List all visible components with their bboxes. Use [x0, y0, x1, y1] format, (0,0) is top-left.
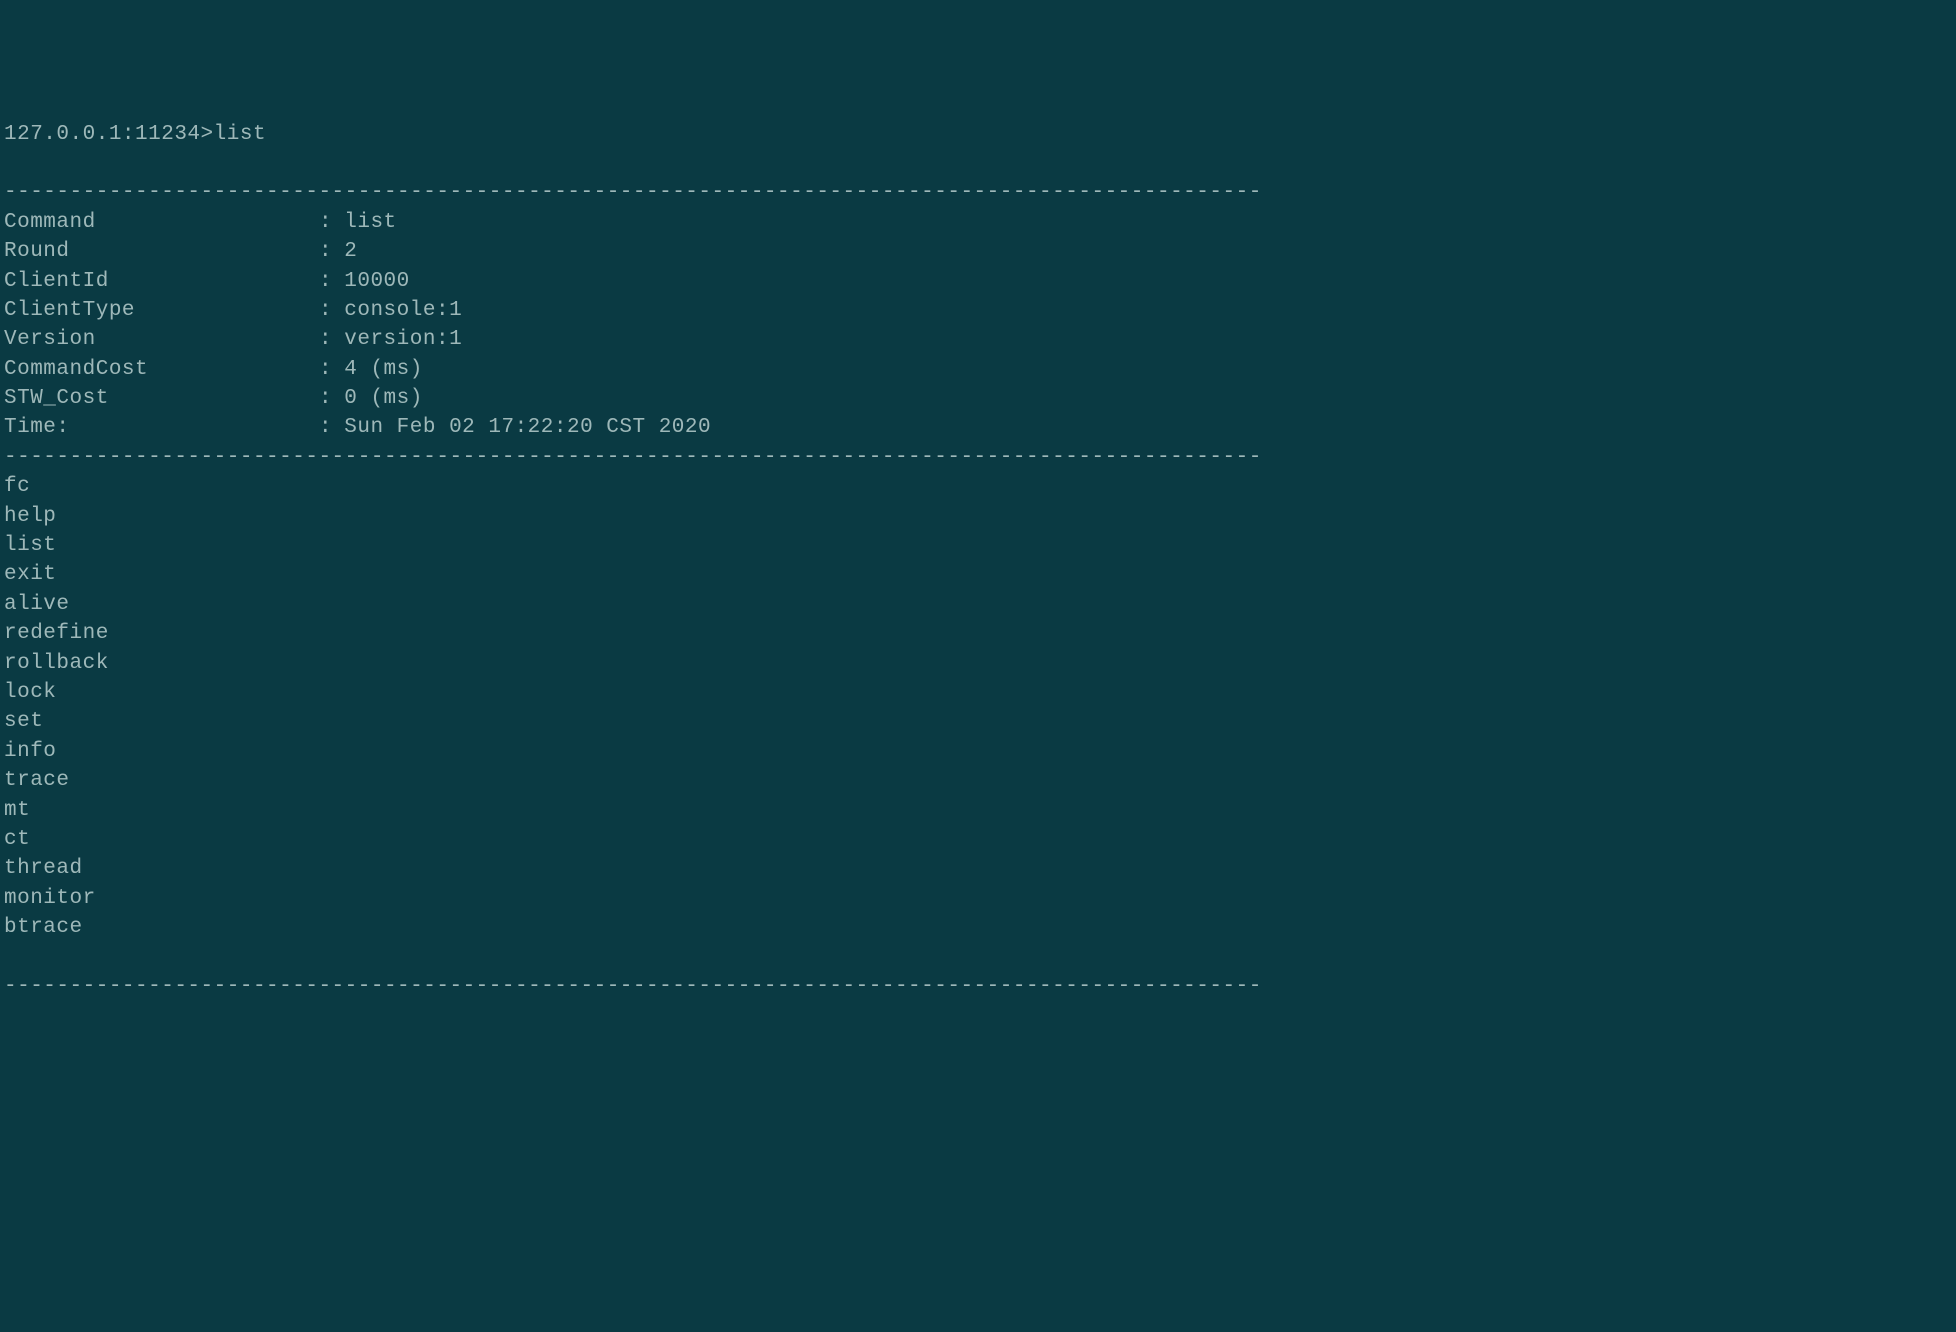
command-item: exit [4, 560, 1952, 589]
command-item: monitor [4, 884, 1952, 913]
commands-list: fchelplistexitaliveredefinerollbacklocks… [4, 472, 1952, 942]
command-item: fc [4, 472, 1952, 501]
info-separator: : [319, 267, 344, 296]
prompt-symbol: > [201, 123, 214, 146]
command-item: set [4, 707, 1952, 736]
info-value: version:1 [344, 325, 462, 354]
command-item: btrace [4, 913, 1952, 942]
command-item: list [4, 531, 1952, 560]
prompt-line: 127.0.0.1:11234>list [4, 123, 266, 146]
info-key: CommandCost [4, 355, 319, 384]
info-value: 10000 [344, 267, 410, 296]
info-row: Round: 2 [4, 237, 1952, 266]
prompt-command: list [214, 123, 266, 146]
info-value: list [344, 208, 396, 237]
info-table: Command: listRound: 2ClientId: 10000Clie… [4, 208, 1952, 443]
info-value: 0 (ms) [344, 384, 423, 413]
info-value: console:1 [344, 296, 462, 325]
info-key: ClientId [4, 267, 319, 296]
info-row: Command: list [4, 208, 1952, 237]
divider-bottom: ----------------------------------------… [4, 975, 1262, 998]
command-item: mt [4, 796, 1952, 825]
info-value: 4 (ms) [344, 355, 423, 384]
info-row: CommandCost: 4 (ms) [4, 355, 1952, 384]
command-item: lock [4, 678, 1952, 707]
info-row: STW_Cost: 0 (ms) [4, 384, 1952, 413]
info-row: Version: version:1 [4, 325, 1952, 354]
info-key: Command [4, 208, 319, 237]
info-key: Time: [4, 413, 319, 442]
command-item: alive [4, 590, 1952, 619]
info-key: ClientType [4, 296, 319, 325]
info-value: 2 [344, 237, 357, 266]
divider-top: ----------------------------------------… [4, 181, 1262, 204]
divider-mid: ----------------------------------------… [4, 446, 1262, 469]
info-key: STW_Cost [4, 384, 319, 413]
info-separator: : [319, 384, 344, 413]
command-item: info [4, 737, 1952, 766]
info-separator: : [319, 413, 344, 442]
info-key: Round [4, 237, 319, 266]
info-value: Sun Feb 02 17:22:20 CST 2020 [344, 413, 711, 442]
terminal-output[interactable]: 127.0.0.1:11234>list -------------------… [0, 118, 1956, 1004]
info-separator: : [319, 237, 344, 266]
prompt-host: 127.0.0.1:11234 [4, 123, 201, 146]
info-row: ClientId: 10000 [4, 267, 1952, 296]
command-item: help [4, 502, 1952, 531]
info-separator: : [319, 355, 344, 384]
info-separator: : [319, 296, 344, 325]
info-separator: : [319, 325, 344, 354]
command-item: thread [4, 854, 1952, 883]
command-item: trace [4, 766, 1952, 795]
command-item: redefine [4, 619, 1952, 648]
command-item: ct [4, 825, 1952, 854]
info-row: ClientType: console:1 [4, 296, 1952, 325]
command-item: rollback [4, 649, 1952, 678]
info-key: Version [4, 325, 319, 354]
info-row: Time:: Sun Feb 02 17:22:20 CST 2020 [4, 413, 1952, 442]
info-separator: : [319, 208, 344, 237]
